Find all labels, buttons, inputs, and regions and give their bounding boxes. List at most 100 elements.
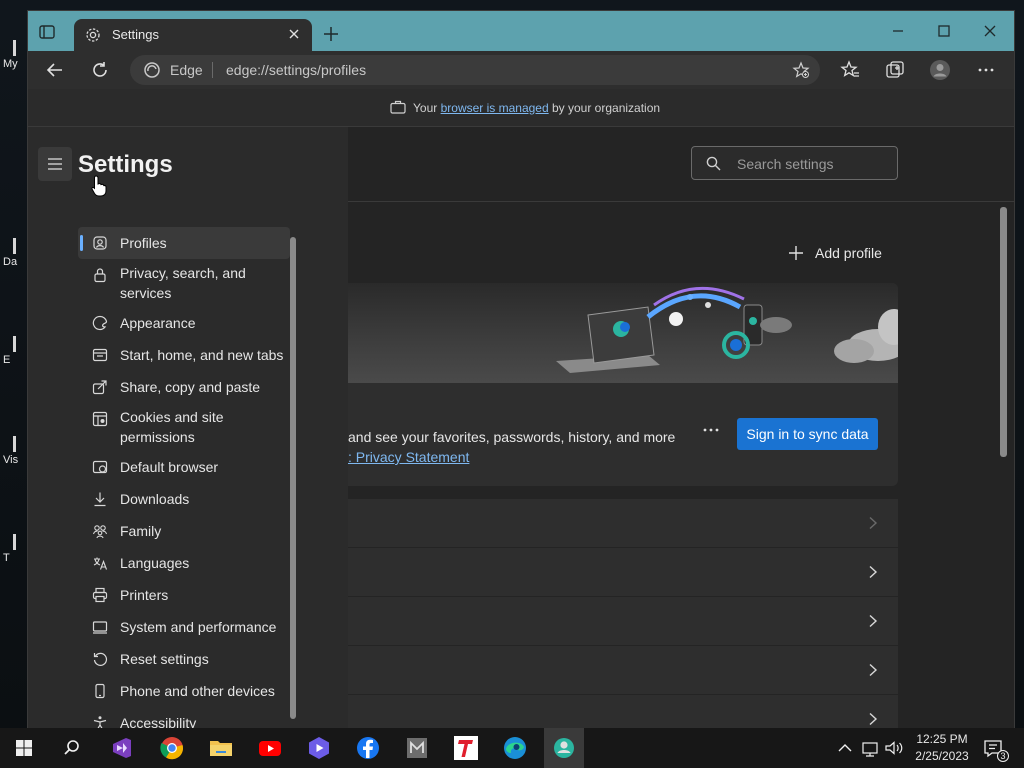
desktop-shortcut-mark [13,336,16,352]
maximize-icon[interactable] [934,21,954,41]
tab-title: Settings [112,27,159,42]
visual-studio-icon[interactable] [108,734,136,762]
nav-item-label: Profiles [120,235,167,251]
more-menu-icon[interactable] [975,59,997,81]
chevron-up-icon[interactable] [835,734,855,762]
share-icon [92,380,107,395]
desktop-shortcut-icon[interactable] [0,510,28,550]
edge-window: Settings Edge edge://settings/profiles Y… [28,11,1014,728]
managed-suffix: by your organization [548,101,661,115]
settings-nav: Profiles Privacy, search, and services App… [78,227,290,728]
nav-item-share-copy-and-paste[interactable]: Share, copy and paste [78,371,290,403]
profile-settings-list [348,499,898,728]
taskbar: 12:25 PM 2/25/2023 3 [0,728,1024,768]
tab-settings[interactable]: Settings [74,19,312,51]
nav-item-cookies-and-site-permissions[interactable]: Cookies and site permissions [78,403,290,451]
desktop-shortcut-icon[interactable] [0,16,28,56]
profile-setting-row[interactable] [348,646,898,695]
youtube-icon[interactable] [256,734,284,762]
desktop-shortcut-icon[interactable] [0,412,28,452]
nav-item-languages[interactable]: Languages [78,547,290,579]
volume-icon[interactable] [883,734,905,762]
network-icon[interactable] [860,734,882,762]
profile-avatar-icon[interactable] [929,59,951,81]
search-settings-input[interactable]: Search settings [691,146,898,180]
refresh-icon[interactable] [89,59,111,81]
nav-item-label: Cookies and site permissions [120,409,224,445]
desktop-shortcut-label: My [3,58,18,70]
edge-taskbar-icon[interactable] [501,734,529,762]
nav-item-system-and-performance[interactable]: System and performance [78,611,290,643]
printer-icon [92,587,108,603]
download-icon [94,492,106,507]
edge-logo-icon [144,62,160,78]
desktop-shortcut-mark [13,40,16,56]
profile-setting-row[interactable] [348,499,898,548]
main-scrollbar[interactable] [1000,207,1007,457]
back-icon[interactable] [44,59,66,81]
profile-setting-row[interactable] [348,548,898,597]
chrome-icon[interactable] [158,734,186,762]
phone-illustration [722,304,763,359]
collections-icon[interactable] [884,59,906,81]
desktop-shortcut-icon[interactable] [0,312,28,352]
laptop-illustration [556,306,660,373]
appearance-icon [92,315,108,331]
address-bar[interactable]: Edge edge://settings/profiles [130,55,820,85]
nav-item-default-browser[interactable]: Default browser [78,451,290,483]
t-app-icon[interactable] [452,734,480,762]
new-tab-icon[interactable] [322,25,340,43]
add-profile-button[interactable]: Add profile [789,241,882,265]
nav-item-start-home-and-new-tabs[interactable]: Start, home, and new tabs [78,339,290,371]
profile-setting-row[interactable] [348,597,898,646]
nav-item-accessibility[interactable]: Accessibility [78,707,290,728]
nav-item-privacy-search-and-services[interactable]: Privacy, search, and services [78,259,290,307]
sign-in-sync-button[interactable]: Sign in to sync data [737,418,878,450]
close-tab-icon[interactable] [286,26,302,42]
nav-item-reset-settings[interactable]: Reset settings [78,643,290,675]
url-text[interactable]: edge://settings/profiles [226,62,366,78]
close-window-icon[interactable] [980,21,1000,41]
menu-button[interactable] [38,147,72,181]
desktop-shortcut-icon[interactable] [0,214,28,254]
m-app-icon[interactable] [403,734,431,762]
facebook-icon[interactable] [354,734,382,762]
video-app-icon[interactable] [305,734,333,762]
browser-toolbar: Edge edge://settings/profiles [28,51,1014,89]
profile-setting-row[interactable] [348,695,898,728]
nav-item-printers[interactable]: Printers [78,579,290,611]
settings-main: Search settings Add profile and see your… [348,127,1014,728]
nav-item-appearance[interactable]: Appearance [78,307,290,339]
cookies-icon [92,411,108,427]
nav-item-label: Languages [120,555,190,571]
nav-item-downloads[interactable]: Downloads [78,483,290,515]
search-icon [706,156,721,171]
nav-item-label: Start, home, and new tabs [120,347,284,363]
tab-actions-icon[interactable] [38,23,56,41]
nav-item-phone-and-other-devices[interactable]: Phone and other devices [78,675,290,707]
taskbar-clock[interactable]: 12:25 PM 2/25/2023 [906,731,978,765]
system-icon [92,621,108,634]
managed-link[interactable]: browser is managed [441,101,549,115]
browser-label: Edge [170,62,203,78]
privacy-statement-link[interactable]: : Privacy Statement [348,449,469,465]
nav-item-family[interactable]: Family [78,515,290,547]
file-explorer-icon[interactable] [207,734,235,762]
search-taskbar-icon[interactable] [58,734,86,762]
windows-start-icon[interactable] [10,734,38,762]
sidebar-scrollbar[interactable] [290,237,296,719]
minimize-icon[interactable] [888,21,908,41]
nav-item-label: System and performance [120,619,277,635]
favorites-icon[interactable] [839,59,861,81]
nav-item-label: Phone and other devices [120,683,275,699]
nav-item-label: Default browser [120,459,219,475]
accessibility-icon [93,716,107,728]
add-favorite-icon[interactable] [792,61,810,79]
add-profile-label: Add profile [815,245,882,261]
nav-item-label: Share, copy and paste [120,379,261,395]
profile-icon [93,236,107,250]
profile-more-icon[interactable] [700,419,722,441]
nav-item-profiles[interactable]: Profiles [78,227,290,259]
edge-profile-taskbar-icon[interactable] [544,728,584,768]
gear-icon [84,26,102,44]
